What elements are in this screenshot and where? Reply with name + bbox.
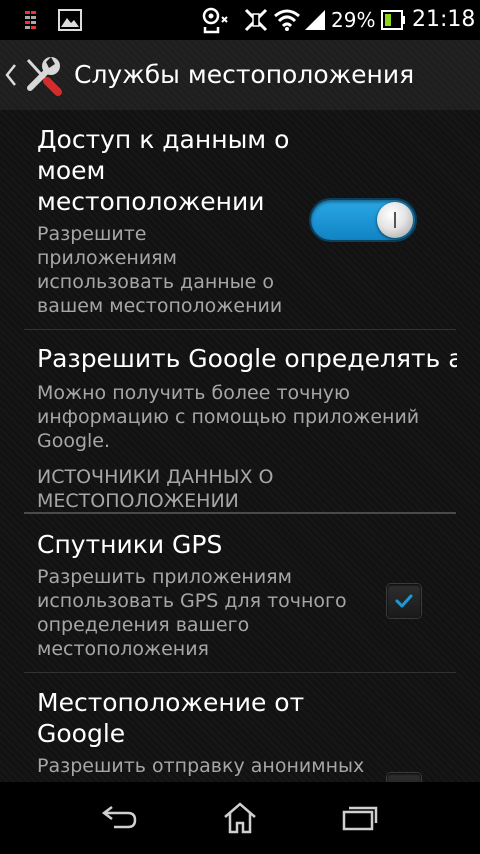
summary-line: Разрешите [37, 223, 147, 245]
location-access-setting[interactable]: Доступ к данным о моем местоположении Ра… [0, 110, 480, 329]
gps-summary: Разрешить приложениям использовать GPS д… [37, 565, 347, 661]
gps-setting[interactable]: Спутники GPS Разрешить приложениям испол… [0, 515, 480, 671]
summary-line: вашем местоположении [37, 295, 283, 317]
sd-card-icon [20, 0, 46, 40]
summary-line: Разрешить отправку анонимных [37, 755, 365, 777]
clock: 21:18 [412, 7, 476, 32]
signal-icon [302, 0, 328, 40]
google-network-title: Местоположение от Google [37, 687, 304, 749]
usb-debug-icon [198, 0, 234, 40]
google-network-checkbox[interactable] [387, 773, 421, 782]
title-line: Местоположение от [37, 688, 305, 717]
image-icon [56, 0, 84, 40]
section-divider [24, 512, 456, 514]
settings-list[interactable]: Доступ к данным о моем местоположении Ра… [0, 110, 480, 782]
summary-line: местоположения [37, 638, 209, 660]
wifi-icon [272, 0, 302, 40]
home-icon [224, 802, 256, 834]
navigation-bar [0, 782, 480, 854]
back-button[interactable] [70, 782, 170, 854]
title-line: Доступ к данным о [37, 125, 290, 154]
checkmark-icon [395, 594, 413, 608]
action-bar: Службы местоположения [0, 40, 480, 110]
summary-line: использовать GPS для точного [37, 590, 347, 612]
summary-line: приложениям [37, 247, 177, 269]
battery-icon [380, 0, 406, 40]
summary-line: информацию с помощью приложений [37, 406, 420, 428]
location-access-toggle[interactable] [311, 200, 415, 240]
battery-percent: 29% [331, 8, 376, 32]
no-vibrate-icon [240, 0, 272, 40]
home-button[interactable] [190, 782, 290, 854]
header-line: ИСТОЧНИКИ ДАННЫХ О [37, 466, 274, 488]
summary-line: Разрешить приложениям [37, 566, 292, 588]
status-bar: 29% 21:18 [0, 0, 480, 40]
gps-title: Спутники GPS [37, 530, 223, 559]
recents-button[interactable] [310, 782, 410, 854]
toggle-knob [377, 202, 413, 238]
location-access-summary: Разрешите приложениям использовать данны… [37, 222, 282, 318]
title-line: Google [37, 719, 126, 748]
back-icon [101, 806, 137, 829]
title-line: моем [37, 156, 106, 185]
location-sources-header: ИСТОЧНИКИ ДАННЫХ О МЕСТОПОЛОЖЕНИИ [37, 465, 274, 513]
summary-line: определения вашего [37, 614, 250, 636]
gps-checkbox[interactable] [387, 584, 421, 618]
google-location-summary: Можно получить более точную информацию с… [37, 381, 419, 453]
summary-line: Google. [37, 430, 111, 452]
google-location-setting[interactable]: Разрешить Google определять а Можно полу… [0, 330, 480, 455]
page-title: Службы местоположения [74, 60, 415, 89]
google-network-summary: Разрешить отправку анонимных [37, 754, 364, 778]
recents-icon [342, 806, 378, 831]
header-line: МЕСТОПОЛОЖЕНИИ [37, 490, 239, 512]
tools-icon[interactable] [22, 54, 64, 96]
summary-line: использовать данные о [37, 271, 275, 293]
google-network-location-setting[interactable]: Местоположение от Google Разрешить отпра… [0, 673, 480, 782]
title-line: местоположении [37, 187, 265, 216]
chevron-left-icon[interactable] [4, 62, 18, 88]
summary-line: Можно получить более точную [37, 382, 351, 404]
location-access-title: Доступ к данным о моем местоположении [37, 124, 289, 217]
google-location-title: Разрешить Google определять а [37, 344, 457, 373]
